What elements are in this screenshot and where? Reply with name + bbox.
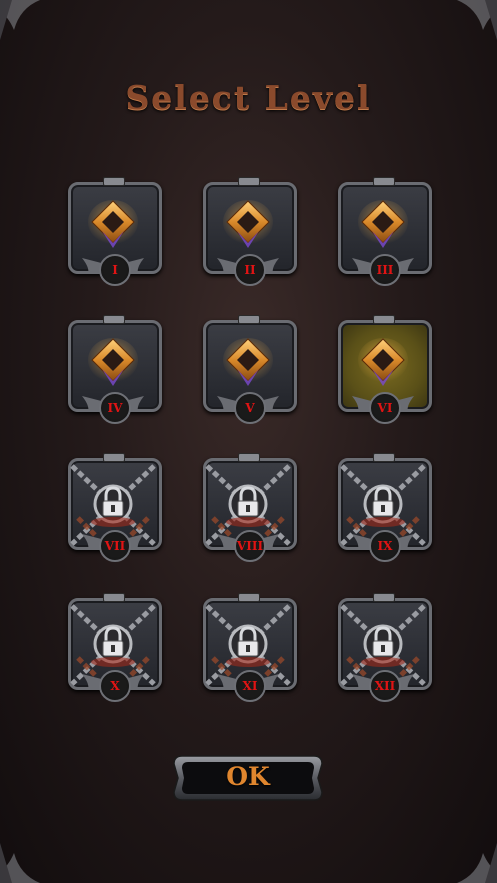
level-number-badge: XII — [369, 670, 401, 702]
level-number-badge: XI — [234, 670, 266, 702]
level-number-badge: IX — [369, 530, 401, 562]
level-tile-3[interactable]: III — [336, 177, 432, 288]
ok-button[interactable]: OK — [172, 752, 324, 804]
gem-icon — [88, 200, 138, 248]
level-grid: I II III IV V VI VII VIII IX X XI XII — [0, 0, 497, 883]
frame-clip-icon — [103, 315, 125, 324]
level-number-badge: III — [369, 254, 401, 286]
level-number-badge: V — [234, 392, 266, 424]
frame-clip-icon — [373, 177, 395, 186]
gem-icon — [358, 200, 408, 248]
level-number-badge: VII — [99, 530, 131, 562]
level-tile-4[interactable]: IV — [66, 315, 162, 426]
gem-icon — [223, 338, 273, 386]
level-number-badge: VIII — [234, 530, 266, 562]
level-tile-7[interactable]: VII — [66, 453, 162, 564]
frame-clip-icon — [238, 315, 260, 324]
level-tile-9[interactable]: IX — [336, 453, 432, 564]
level-tile-2[interactable]: II — [201, 177, 297, 288]
level-number-badge: IV — [99, 392, 131, 424]
level-tile-8[interactable]: VIII — [201, 453, 297, 564]
ok-button-label: OK — [226, 762, 270, 791]
frame-clip-icon — [373, 315, 395, 324]
frame-clip-icon — [103, 177, 125, 186]
level-number-badge: I — [99, 254, 131, 286]
gem-icon — [88, 338, 138, 386]
level-tile-10[interactable]: X — [66, 593, 162, 704]
gem-icon — [358, 338, 408, 386]
level-number-badge: X — [99, 670, 131, 702]
level-tile-1[interactable]: I — [66, 177, 162, 288]
level-number-badge: VI — [369, 392, 401, 424]
level-number-badge: II — [234, 254, 266, 286]
level-tile-11[interactable]: XI — [201, 593, 297, 704]
level-tile-6[interactable]: VI — [336, 315, 432, 426]
frame-clip-icon — [238, 177, 260, 186]
gem-icon — [223, 200, 273, 248]
level-tile-12[interactable]: XII — [336, 593, 432, 704]
level-tile-5[interactable]: V — [201, 315, 297, 426]
